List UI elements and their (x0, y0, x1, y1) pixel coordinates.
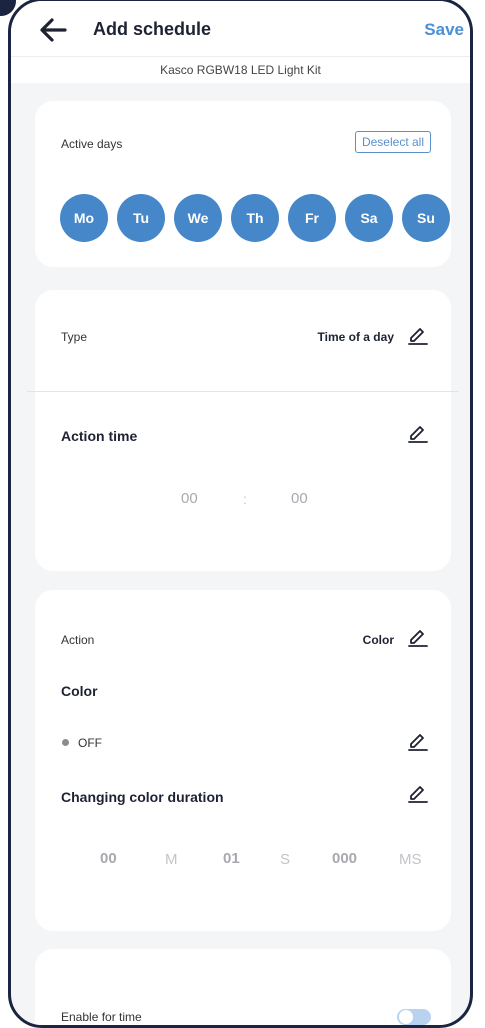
edit-action-time-pencil-icon[interactable] (407, 422, 429, 444)
active-days-card: Active days Deselect all Mo Tu We Th Fr … (35, 101, 451, 267)
color-status-dot (62, 739, 69, 746)
enable-card: Enable for time (35, 949, 451, 1025)
action-time-separator: : (243, 491, 247, 507)
action-value: Color (362, 633, 394, 647)
phone-frame: Add schedule Save Kasco RGBW18 LED Light… (8, 0, 473, 1028)
enable-for-time-label: Enable for time (61, 1010, 142, 1024)
duration-minutes: 00 (100, 850, 117, 867)
edit-type-pencil-icon[interactable] (407, 324, 429, 346)
page-title: Add schedule (93, 19, 212, 39)
toggle-knob (399, 1010, 413, 1024)
duration-minutes-unit: M (165, 851, 178, 868)
device-name: Kasco RGBW18 LED Light Kit (11, 56, 470, 83)
day-button-th[interactable]: Th (231, 194, 279, 242)
duration-seconds: 01 (223, 850, 240, 867)
save-button[interactable]: Save (424, 20, 464, 40)
action-time-label: Action time (61, 428, 138, 444)
edit-duration-pencil-icon[interactable] (407, 782, 429, 804)
type-divider (27, 391, 459, 392)
action-time-minutes: 00 (291, 490, 308, 507)
day-button-mo[interactable]: Mo (60, 194, 108, 242)
duration-milliseconds-unit: MS (399, 851, 422, 868)
type-card: Type Time of a day Action time 00 : 00 (27, 290, 459, 571)
edit-color-pencil-icon[interactable] (407, 730, 429, 752)
app-bar: Add schedule Save (11, 1, 470, 56)
day-button-su[interactable]: Su (402, 194, 450, 242)
edit-action-pencil-icon[interactable] (407, 626, 429, 648)
back-arrow-icon[interactable] (39, 17, 67, 43)
day-button-fr[interactable]: Fr (288, 194, 336, 242)
day-button-sa[interactable]: Sa (345, 194, 393, 242)
day-button-tu[interactable]: Tu (117, 194, 165, 242)
deselect-all-button[interactable]: Deselect all (354, 131, 431, 153)
day-selector: Mo Tu We Th Fr Sa Su (60, 194, 450, 242)
color-value: OFF (78, 736, 102, 750)
type-label: Type (61, 330, 88, 344)
day-button-we[interactable]: We (174, 194, 222, 242)
action-card: Action Color Color OFF Changing color du… (35, 590, 451, 931)
duration-seconds-unit: S (280, 851, 291, 868)
action-time-hours: 00 (181, 490, 198, 507)
duration-label: Changing color duration (61, 789, 224, 805)
action-label: Action (61, 633, 95, 647)
duration-milliseconds: 000 (332, 850, 358, 867)
enable-for-time-toggle[interactable] (397, 1009, 431, 1025)
type-value: Time of a day (317, 330, 394, 344)
active-days-label: Active days (61, 137, 123, 151)
color-label: Color (61, 683, 98, 699)
